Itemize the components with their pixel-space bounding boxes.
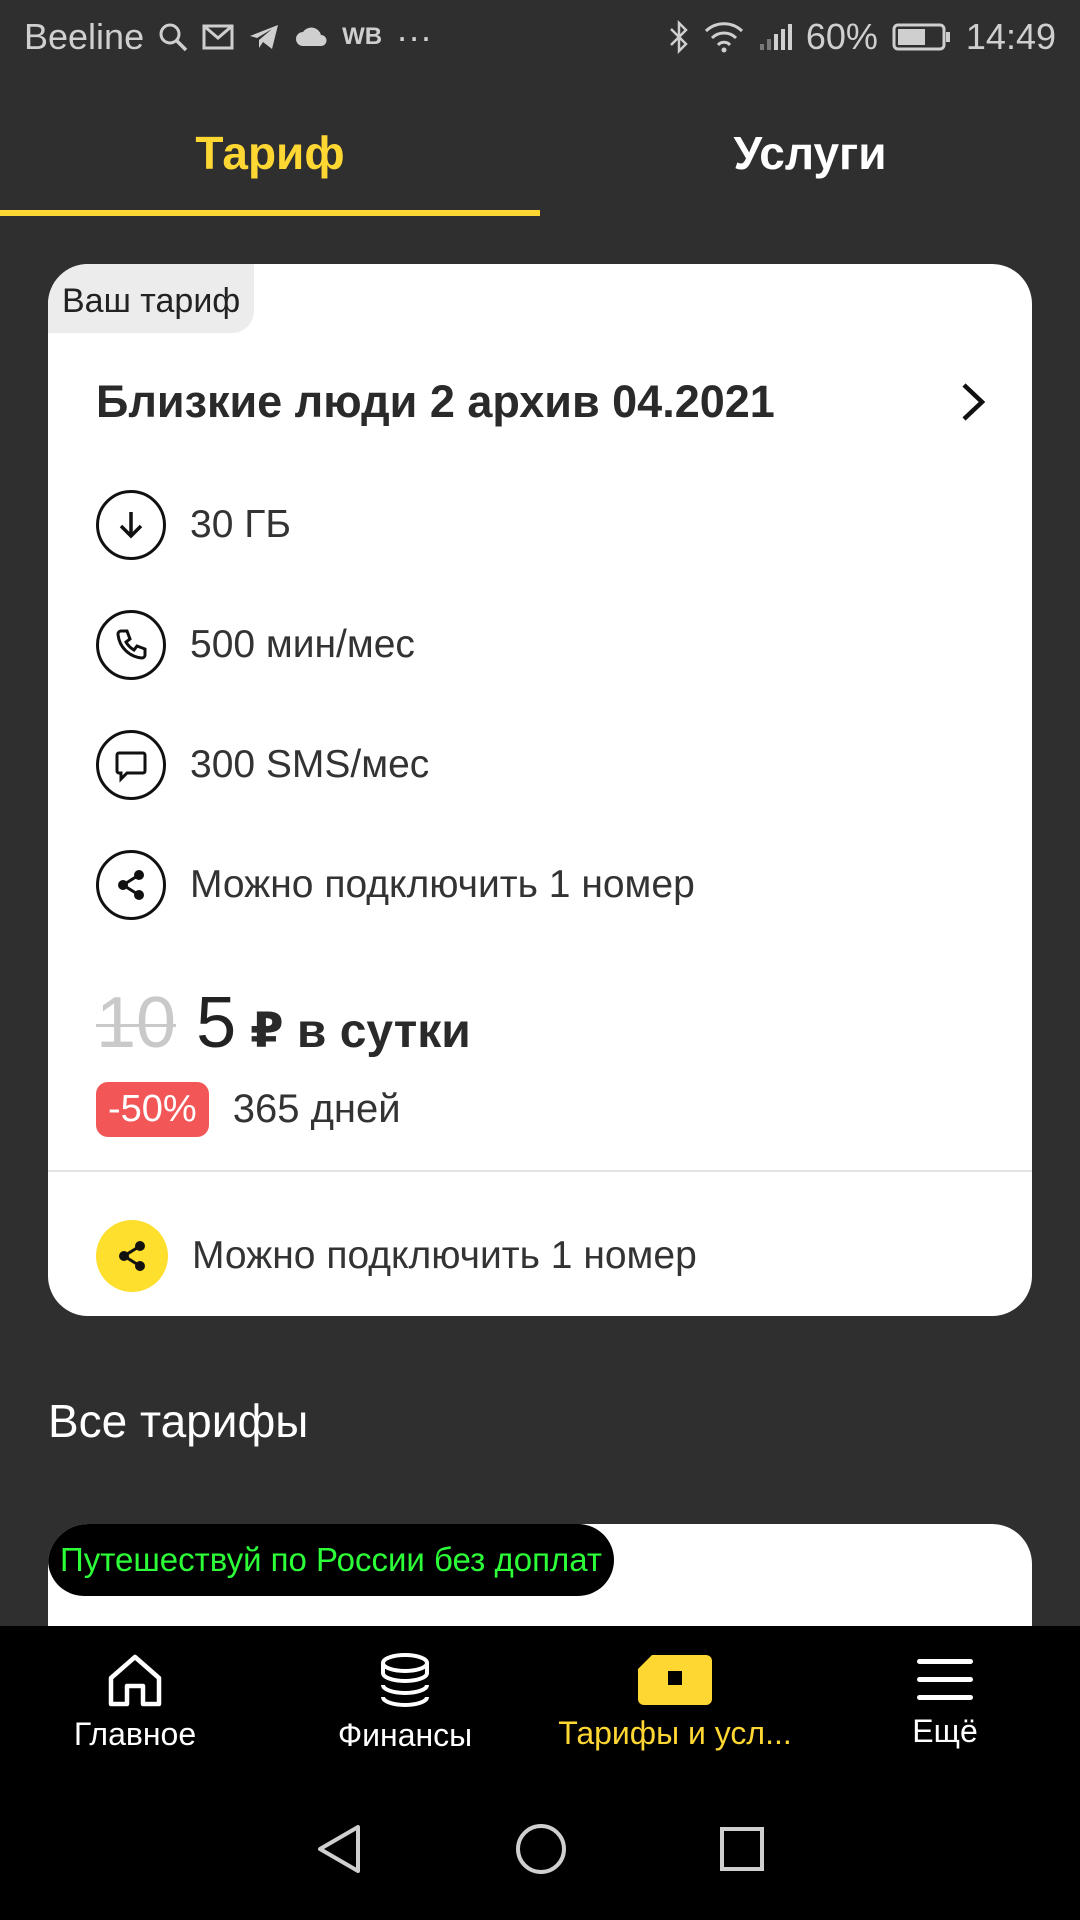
tab-services[interactable]: Услуги (540, 90, 1080, 216)
status-left: Beeline WB ··· (24, 16, 432, 58)
feature-share: Можно подключить 1 номер (96, 850, 695, 920)
clock: 14:49 (965, 16, 1056, 57)
nav-finance[interactable]: Финансы (270, 1626, 540, 1778)
promo-tag: Путешествуй по России без доплат (48, 1524, 614, 1596)
sms-icon (96, 730, 166, 800)
wb-app-icon: WB (342, 23, 383, 50)
nav-more-label: Ещё (912, 1712, 978, 1749)
nav-home-label: Главное (73, 1715, 197, 1752)
feature-sms: 300 SMS/мес (96, 730, 429, 800)
nav-tariffs[interactable]: Тарифы и усл... (540, 1626, 810, 1778)
system-navigation-bar (0, 1778, 1080, 1920)
home-icon (108, 1654, 162, 1706)
nav-more[interactable]: Ещё (810, 1626, 1080, 1778)
tab-tariff[interactable]: Тариф (0, 90, 540, 216)
back-icon[interactable] (314, 1823, 364, 1875)
telegram-icon (250, 25, 279, 49)
cloud-icon (296, 27, 327, 46)
feature-data: 30 ГБ (96, 490, 291, 560)
menu-icon (917, 1658, 973, 1700)
tariff-name-row[interactable]: Близкие люди 2 архив 04.2021 (96, 376, 988, 428)
card-divider (48, 1170, 1032, 1172)
more-notifications-icon: ··· (396, 16, 433, 57)
phone-icon (96, 610, 166, 680)
home-circle-icon[interactable] (514, 1822, 568, 1876)
wifi-icon (704, 22, 743, 53)
feature-minutes: 500 мин/мес (96, 610, 415, 680)
share-icon (96, 1220, 168, 1292)
discount-row: -50% 365 дней (96, 1082, 401, 1137)
carrier-name: Beeline (24, 16, 145, 57)
all-tariffs-title: Все тарифы (48, 1395, 309, 1447)
search-icon (159, 23, 188, 52)
discount-badge: -50% (96, 1082, 209, 1137)
tariff-name: Близкие люди 2 архив 04.2021 (96, 376, 775, 427)
battery-percent: 60% (805, 16, 878, 57)
discount-duration: 365 дней (232, 1087, 401, 1131)
price-unit: ₽ в сутки (250, 1005, 471, 1058)
nav-tariffs-label: Тарифы и усл... (558, 1714, 792, 1751)
recents-icon[interactable] (718, 1825, 766, 1873)
status-bar: Beeline WB ··· 60% 14:49 (0, 0, 1080, 74)
new-price: 5 (196, 983, 237, 1063)
mail-icon (202, 24, 234, 50)
feature-sms-text: 300 SMS/мес (190, 743, 430, 786)
download-icon (96, 490, 166, 560)
feature-data-text: 30 ГБ (190, 503, 291, 546)
old-price: 10 (96, 983, 177, 1063)
your-tariff-badge: Ваш тариф (48, 264, 255, 333)
tab-bar: Тариф Услуги (0, 90, 1080, 216)
status-right: 60% 14:49 (668, 16, 1056, 58)
nav-home[interactable]: Главное (0, 1626, 270, 1778)
share-icon (96, 850, 166, 920)
price-row: 10 5 ₽ в сутки (96, 982, 471, 1064)
connect-number-text: Можно подключить 1 номер (192, 1234, 697, 1277)
bluetooth-icon (669, 20, 688, 54)
feature-share-text: Можно подключить 1 номер (190, 863, 695, 906)
sim-card-icon (638, 1654, 712, 1705)
chevron-right-icon[interactable] (958, 381, 988, 423)
signal-icon (759, 24, 792, 50)
current-tariff-card[interactable]: Ваш тариф Близкие люди 2 архив 04.2021 3… (48, 264, 1032, 1316)
battery-icon (892, 23, 950, 51)
connect-number-row[interactable]: Можно подключить 1 номер (96, 1220, 697, 1292)
coins-icon (381, 1652, 429, 1707)
nav-finance-label: Финансы (337, 1716, 473, 1753)
bottom-nav: Главное Финансы Тарифы и усл... Ещё (0, 1626, 1080, 1778)
feature-minutes-text: 500 мин/мес (190, 623, 415, 666)
